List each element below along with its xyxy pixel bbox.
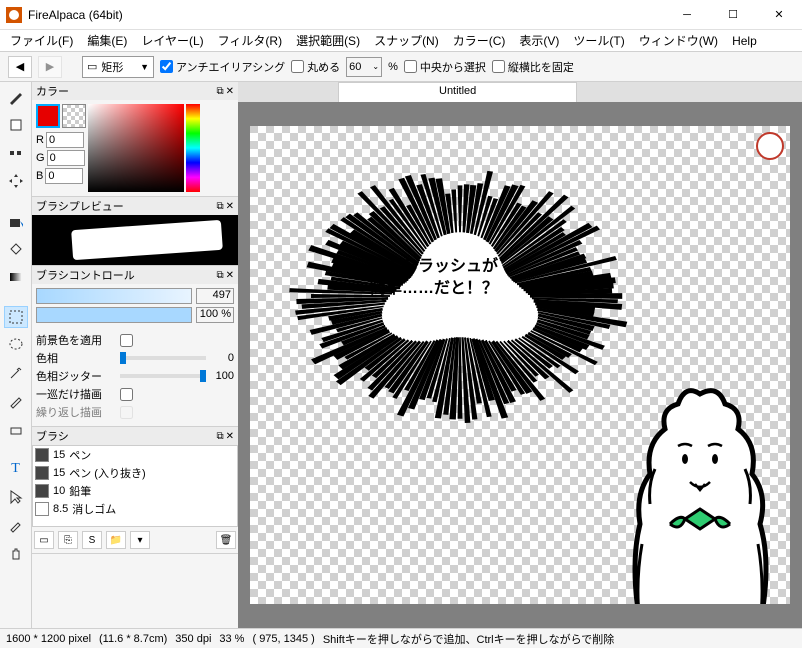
delete-brush-button[interactable]: 🗑 bbox=[216, 531, 236, 549]
speech-text: ウニフラッシュが 簡単……だと！？ bbox=[370, 256, 498, 301]
text-tool[interactable]: T bbox=[4, 458, 28, 480]
menu-window[interactable]: ウィンドウ(W) bbox=[633, 30, 724, 51]
select-pen-tool[interactable] bbox=[4, 390, 28, 412]
script-button[interactable]: S bbox=[82, 531, 102, 549]
eraser-tool[interactable] bbox=[4, 114, 28, 136]
tool-column: T bbox=[0, 82, 32, 628]
hue-slider-ctrl[interactable] bbox=[120, 356, 206, 360]
app-icon bbox=[6, 7, 22, 23]
gradient-tool[interactable] bbox=[4, 266, 28, 288]
brush-preview-area bbox=[32, 215, 238, 265]
brush-preview-panel: ブラシプレビュー⧉✕ bbox=[32, 197, 238, 266]
canvas-area: Untitled ウニフラッシュが 簡単……だと！？ bbox=[238, 82, 802, 628]
brush-item[interactable]: 15ペン bbox=[33, 446, 237, 464]
menu-view[interactable]: 表示(V) bbox=[513, 30, 565, 51]
brush-tool[interactable] bbox=[4, 86, 28, 108]
round-value-input[interactable]: 60⌄ bbox=[346, 57, 382, 77]
b-input[interactable] bbox=[45, 168, 83, 184]
once-checkbox[interactable] bbox=[120, 388, 133, 401]
statusbar: 1600 * 1200 pixel (11.6 * 8.7cm) 350 dpi… bbox=[0, 628, 802, 648]
foreground-swatch[interactable] bbox=[36, 104, 60, 128]
dot-tool[interactable] bbox=[4, 142, 28, 164]
menu-help[interactable]: Help bbox=[726, 32, 763, 50]
folder-button[interactable]: 📁 bbox=[106, 531, 126, 549]
menu-file[interactable]: ファイル(F) bbox=[4, 30, 79, 51]
menu-color[interactable]: カラー(C) bbox=[447, 30, 512, 51]
hue-slider[interactable] bbox=[186, 104, 200, 192]
size-slider[interactable] bbox=[36, 288, 192, 304]
artboard[interactable]: ウニフラッシュが 簡単……だと！？ bbox=[250, 126, 790, 604]
window-title: FireAlpaca (64bit) bbox=[28, 8, 664, 22]
operation-tool[interactable] bbox=[4, 486, 28, 508]
titlebar: FireAlpaca (64bit) ─ ☐ ✕ bbox=[0, 0, 802, 30]
maximize-button[interactable]: ☐ bbox=[710, 0, 756, 30]
rectangle-icon: ▭ bbox=[87, 60, 97, 73]
brush-item[interactable]: 15ペン (入り抜き) bbox=[33, 464, 237, 482]
menu-snap[interactable]: スナップ(N) bbox=[368, 30, 445, 51]
r-input[interactable] bbox=[46, 132, 84, 148]
brush-item[interactable]: 8.5消しゴム bbox=[33, 500, 237, 518]
chevron-down-icon: ▼ bbox=[140, 62, 149, 72]
bucket-tool[interactable] bbox=[4, 238, 28, 260]
dup-brush-button[interactable]: ⎘ bbox=[58, 531, 78, 549]
close-panel-icon[interactable]: ✕ bbox=[226, 86, 234, 97]
antialias-checkbox[interactable]: アンチエイリアシング bbox=[160, 59, 285, 75]
add-brush-button[interactable]: ▭ bbox=[34, 531, 54, 549]
magic-wand-tool[interactable] bbox=[4, 362, 28, 384]
nav-back-button[interactable]: ◀ bbox=[8, 56, 32, 78]
canvas-viewport[interactable]: ウニフラッシュが 簡単……だと！？ bbox=[238, 102, 802, 628]
minimize-button[interactable]: ─ bbox=[664, 0, 710, 30]
brush-item[interactable]: 10鉛筆 bbox=[33, 482, 237, 500]
menu-layer[interactable]: レイヤー(L) bbox=[135, 30, 209, 51]
select-rect-tool[interactable] bbox=[4, 306, 28, 328]
color-gradient[interactable] bbox=[88, 104, 184, 192]
options-toolbar: ◀ ▶ ▭ 矩形 ▼ アンチエイリアシング 丸める 60⌄ % 中央から選択 縦… bbox=[0, 52, 802, 82]
close-button[interactable]: ✕ bbox=[756, 0, 802, 30]
opacity-slider[interactable] bbox=[36, 307, 192, 323]
apply-fg-checkbox[interactable] bbox=[120, 334, 133, 347]
menu-filter[interactable]: フィルタ(R) bbox=[212, 30, 288, 51]
fill-tool[interactable] bbox=[4, 210, 28, 232]
background-swatch[interactable] bbox=[62, 104, 86, 128]
brush-control-panel: ブラシコントロール⧉✕ 497 100 % 前景色を適用 色相0 色相ジッター1… bbox=[32, 266, 238, 427]
document-tab[interactable]: Untitled bbox=[338, 82, 577, 102]
menu-select[interactable]: 選択範囲(S) bbox=[290, 30, 366, 51]
lasso-tool[interactable] bbox=[4, 334, 28, 356]
brush-list[interactable]: 15ペン 15ペン (入り抜き) 10鉛筆 8.5消しゴム bbox=[32, 445, 238, 527]
mascot-icon bbox=[756, 132, 784, 160]
hand-tool[interactable] bbox=[4, 542, 28, 564]
menu-edit[interactable]: 編集(E) bbox=[81, 30, 133, 51]
alpaca-illustration bbox=[600, 364, 780, 604]
shape-combo[interactable]: ▭ 矩形 ▼ bbox=[82, 56, 154, 78]
from-center-checkbox[interactable]: 中央から選択 bbox=[404, 59, 486, 75]
fixed-ratio-checkbox[interactable]: 縦横比を固定 bbox=[492, 59, 574, 75]
move-tool[interactable] bbox=[4, 170, 28, 192]
menu-tool[interactable]: ツール(T) bbox=[567, 30, 630, 51]
round-checkbox[interactable]: 丸める bbox=[291, 59, 340, 75]
select-eraser-tool[interactable] bbox=[4, 418, 28, 440]
undock-icon[interactable]: ⧉ bbox=[216, 86, 223, 97]
eyedropper-tool[interactable] bbox=[4, 514, 28, 536]
brush-list-panel: ブラシ⧉✕ 15ペン 15ペン (入り抜き) 10鉛筆 8.5消しゴム ▭ ⎘ … bbox=[32, 427, 238, 554]
g-input[interactable] bbox=[47, 150, 85, 166]
hue-jitter-slider[interactable] bbox=[120, 374, 206, 378]
down-button[interactable]: ▾ bbox=[130, 531, 150, 549]
color-panel: カラー⧉✕ R G B bbox=[32, 82, 238, 197]
nav-forward-button[interactable]: ▶ bbox=[38, 56, 62, 78]
document-tabs: Untitled bbox=[238, 82, 802, 102]
menubar: ファイル(F) 編集(E) レイヤー(L) フィルタ(R) 選択範囲(S) スナ… bbox=[0, 30, 802, 52]
panels-column: カラー⧉✕ R G B bbox=[32, 82, 238, 628]
